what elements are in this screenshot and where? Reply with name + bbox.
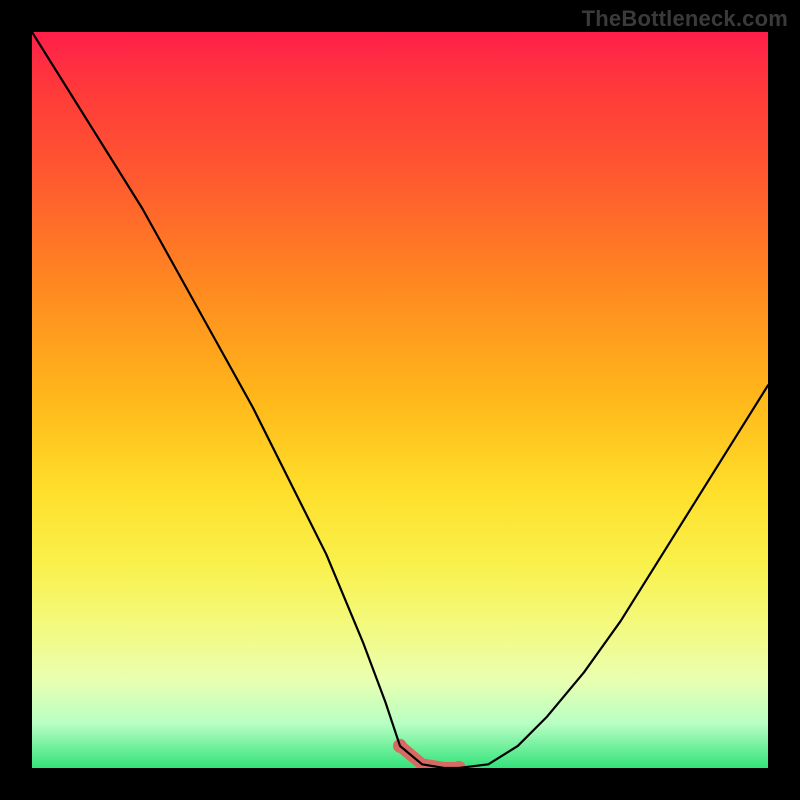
curve-svg <box>32 32 768 768</box>
chart-frame: TheBottleneck.com <box>0 0 800 800</box>
plot-area <box>32 32 768 768</box>
attribution-text: TheBottleneck.com <box>582 6 788 32</box>
bottleneck-curve <box>32 32 768 768</box>
